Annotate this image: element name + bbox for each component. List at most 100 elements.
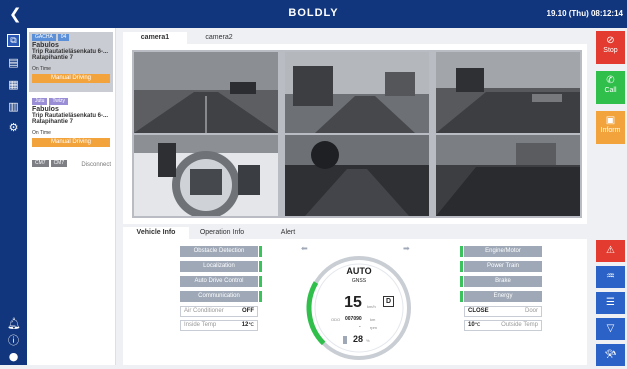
datetime: 19.10 (Thu) 08:12:14 xyxy=(546,9,623,18)
air-conditioner-value: OFF xyxy=(242,308,254,314)
air-conditioner-label: Air Conditioner xyxy=(184,308,224,314)
outside-temp-label: Outside Temp xyxy=(501,322,538,328)
camera-feed-cabin[interactable] xyxy=(134,135,278,216)
camera-feed-front-left[interactable] xyxy=(134,52,278,133)
vehicle-name: Fabulos xyxy=(32,106,59,113)
rear-defog-button[interactable]: ▽ xyxy=(596,318,625,340)
camera-tabs: camera1 camera2 xyxy=(123,32,251,44)
battery-unit: % xyxy=(366,338,370,343)
chart-icon[interactable]: ▥ xyxy=(7,100,20,113)
stop-button[interactable]: ⊘ Stop xyxy=(596,31,625,64)
door-field: CLOSE Door xyxy=(464,306,542,317)
settings-icon[interactable]: ⚙ xyxy=(7,121,20,134)
tab-vehicle-info[interactable]: Vehicle Info xyxy=(123,227,189,239)
power-train-status: Power Train xyxy=(464,261,542,272)
auto-drive-control-status: Auto Drive Control xyxy=(180,276,258,287)
vehicle-tag: GACHA xyxy=(32,34,56,41)
vehicle-trip-end: Ratapihantie 7 xyxy=(32,119,74,125)
rpm-value: - xyxy=(359,324,361,330)
odo-label: ODO xyxy=(331,317,341,322)
vehicle-trip-end: Ratapihantie 7 xyxy=(32,55,74,61)
drive-mode: AUTO xyxy=(346,266,372,276)
positioning-source: GNSS xyxy=(351,278,367,284)
info-icon[interactable]: ⓘ xyxy=(7,334,20,347)
speed-unit: km/h xyxy=(367,304,376,309)
driving-mode-badge: Manual Driving xyxy=(32,138,110,147)
hazard-icon: ⚠ xyxy=(606,245,615,256)
camera-feed-rear-right[interactable] xyxy=(436,135,580,216)
vehicle-tag: Twizy xyxy=(49,98,68,105)
headlight-icon: ☰ xyxy=(606,297,615,308)
vehicle-card-jutu[interactable]: Jutu Twizy Fabulos Trip Rautatieläsenkat… xyxy=(29,96,113,156)
camera-panel xyxy=(123,44,587,224)
tab-alert[interactable]: Alert xyxy=(255,227,321,239)
bell-icon[interactable]: 🔔︎ xyxy=(7,317,21,330)
vehicle-info-panel: Obstacle Detection Localization Auto Dri… xyxy=(123,239,587,365)
status-ok-indicator xyxy=(460,291,463,302)
localization-status: Localization xyxy=(180,261,258,272)
disconnect-status: Disconnect xyxy=(81,162,111,168)
action-column: ⊘ Stop ✆ Call ▣ Inform ⚠ ♒ ☰ ▽ 📯︎ xyxy=(594,28,627,366)
rear-defog-icon: ▽ xyxy=(606,323,615,334)
tab-camera1[interactable]: camera1 xyxy=(123,32,187,44)
stop-label: Stop xyxy=(603,47,618,54)
vehicle-tag: CM7 xyxy=(50,160,68,167)
camera-feed-front[interactable] xyxy=(285,52,429,133)
status-ok-indicator xyxy=(259,261,262,272)
arrow-left-icon: ⬅ xyxy=(301,244,308,253)
status-ok-indicator xyxy=(259,246,262,257)
inside-temp-field: Inside Temp 12℃ xyxy=(180,320,258,331)
hazard-button[interactable]: ⚠ xyxy=(596,240,625,262)
door-value: CLOSE xyxy=(468,308,489,314)
announce-icon: ▣ xyxy=(605,115,616,126)
speed-gauge: AUTO GNSS 15 km/h D ODO 007090 km - rpm … xyxy=(303,252,415,364)
communication-status: Communication xyxy=(180,291,258,302)
inform-label: Inform xyxy=(600,127,621,134)
main-area: camera1 camera2 Vehicle Info Operation I… xyxy=(117,28,594,365)
document-icon[interactable]: ▤ xyxy=(7,56,20,69)
outside-temp-unit: ℃ xyxy=(474,322,481,328)
obstacle-detection-status: Obstacle Detection xyxy=(180,246,258,257)
tab-operation-info[interactable]: Operation Info xyxy=(189,227,255,239)
engine-motor-status: Engine/Motor xyxy=(464,246,542,257)
gear-indicator: D xyxy=(383,296,394,307)
vehicle-status: On Time xyxy=(32,130,51,136)
info-tabs: Vehicle Info Operation Info Alert xyxy=(123,227,321,239)
speed-value: 15 xyxy=(344,294,362,311)
call-button[interactable]: ✆ Call xyxy=(596,71,625,104)
status-ok-indicator xyxy=(460,246,463,257)
odo-unit: km xyxy=(370,317,376,322)
horn-button[interactable]: 📯︎ xyxy=(596,344,625,366)
vehicle-list: GACHA 04 Fabulos Trip Rautatieläsenkatu … xyxy=(27,28,116,365)
rpm-unit: rpm xyxy=(370,325,377,330)
vehicle-tag: 04 xyxy=(57,34,70,41)
status-ok-indicator xyxy=(460,276,463,287)
vehicle-status: On Time xyxy=(32,66,51,72)
status-ok-indicator xyxy=(259,276,262,287)
front-defog-button[interactable]: ♒ xyxy=(596,266,625,288)
vehicle-card-gacha[interactable]: GACHA 04 Fabulos Trip Rautatieläsenkatu … xyxy=(29,32,113,92)
energy-status: Energy xyxy=(464,291,542,302)
horn-icon: 📯︎ xyxy=(604,349,617,360)
user-icon[interactable]: ● xyxy=(7,350,20,363)
stop-icon: ⊘ xyxy=(606,35,615,46)
camera-view-icon[interactable]: ⧉ xyxy=(7,34,20,47)
camera-grid xyxy=(132,50,582,218)
vehicle-card-cm7[interactable]: CM7 CM7 Disconnect xyxy=(29,158,113,172)
front-defog-icon: ♒ xyxy=(606,271,615,282)
outside-temp-value: 10 xyxy=(468,322,475,328)
inside-temp-unit: ℃ xyxy=(248,322,254,328)
vehicle-tag: CM7 xyxy=(32,160,49,167)
camera-feed-front-right[interactable] xyxy=(436,52,580,133)
headlight-button[interactable]: ☰ xyxy=(596,292,625,314)
report-icon[interactable]: ▦ xyxy=(7,78,20,91)
tab-camera2[interactable]: camera2 xyxy=(187,32,251,44)
top-bar: ❮ BOLDLY 19.10 (Thu) 08:12:14 xyxy=(0,0,627,28)
brand-title: BOLDLY xyxy=(288,7,339,19)
vehicle-name: Fabulos xyxy=(32,42,59,49)
air-conditioner-field: Air Conditioner OFF xyxy=(180,306,258,317)
camera-feed-rear[interactable] xyxy=(285,135,429,216)
battery-value: 28 xyxy=(353,334,364,344)
status-ok-indicator xyxy=(259,291,262,302)
inform-button[interactable]: ▣ Inform xyxy=(596,111,625,144)
